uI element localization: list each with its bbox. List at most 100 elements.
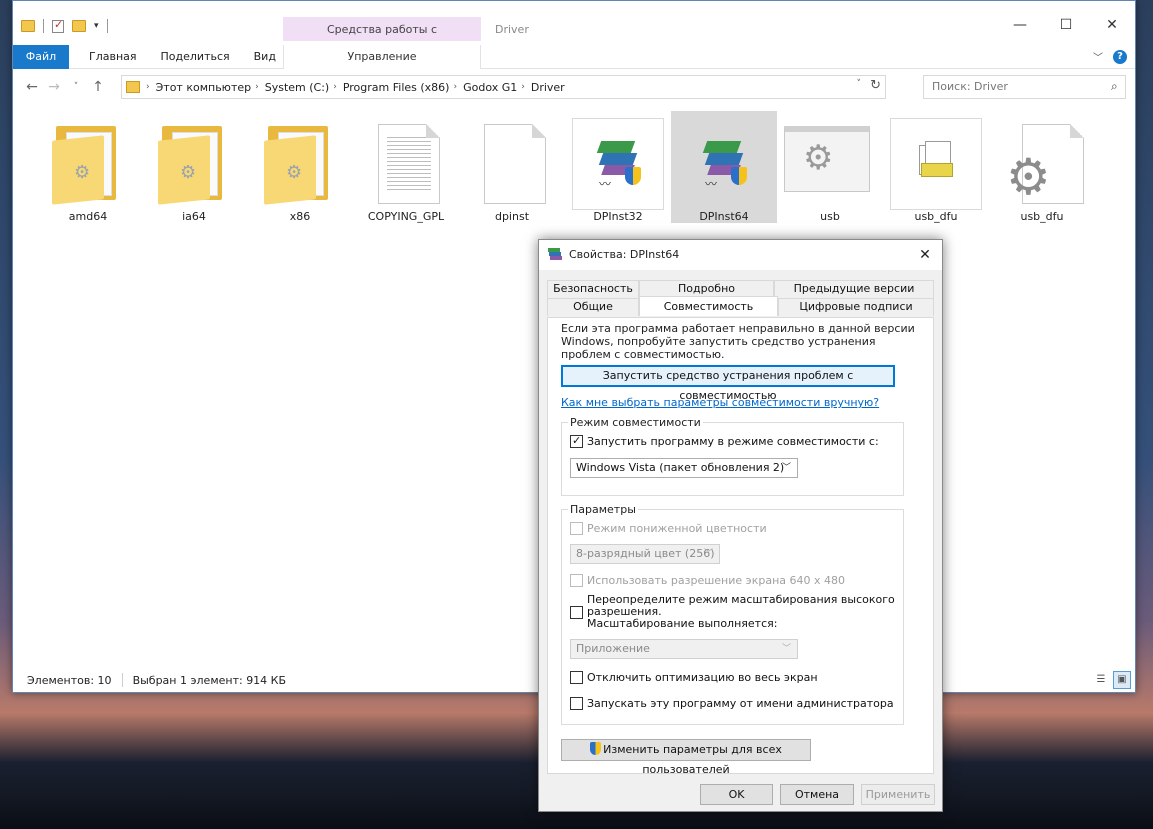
new-folder-icon[interactable] xyxy=(72,20,86,32)
checkbox-label: Режим пониженной цветности xyxy=(587,522,767,535)
file-item[interactable]: ⚙ amd64 xyxy=(35,111,141,223)
run-as-admin-checkbox[interactable] xyxy=(570,697,583,710)
file-item[interactable]: COPYING_GPL xyxy=(353,111,459,223)
address-history-chevron-icon[interactable]: ˅ xyxy=(857,79,862,89)
file-name: usb xyxy=(820,210,840,223)
file-item[interactable]: ⚙ x86 xyxy=(247,111,353,223)
file-item[interactable]: ⚙ usb_dfu xyxy=(989,111,1095,223)
text-document-icon xyxy=(358,118,454,208)
reduced-color-checkbox[interactable] xyxy=(570,522,583,535)
address-bar[interactable]: › Этот компьютер › System (C:) › Program… xyxy=(121,75,886,99)
chevron-right-icon[interactable]: › xyxy=(453,82,457,92)
close-button[interactable]: ✕ xyxy=(1089,11,1135,39)
minimize-button[interactable]: — xyxy=(997,11,1043,39)
file-item[interactable]: dpinst xyxy=(459,111,565,223)
tab-home[interactable]: Главная xyxy=(77,45,149,69)
folder-icon[interactable] xyxy=(21,20,35,32)
file-item[interactable]: usb_dfu xyxy=(883,111,989,223)
blank-document-icon xyxy=(464,118,560,208)
uac-shield-icon xyxy=(590,742,602,755)
tab-manage[interactable]: Управление xyxy=(283,45,481,69)
help-icon[interactable]: ? xyxy=(1113,49,1127,64)
search-icon[interactable]: ⌕ xyxy=(1111,79,1129,94)
properties-icon[interactable] xyxy=(52,18,64,33)
tab-compatibility[interactable]: Совместимость xyxy=(639,296,778,316)
chevron-right-icon[interactable]: › xyxy=(255,82,259,92)
large-icons-view-icon[interactable]: ▣ xyxy=(1113,671,1131,689)
change-settings-all-users-button[interactable]: Изменить параметры для всех пользователе… xyxy=(561,739,811,776)
chevron-down-icon: ﹀ xyxy=(781,644,791,654)
search-input[interactable]: Поиск: Driver xyxy=(923,75,1126,99)
chevron-right-icon[interactable]: › xyxy=(146,82,150,92)
refresh-icon[interactable]: ↻ xyxy=(870,78,881,93)
ok-button[interactable]: OK xyxy=(700,784,773,805)
file-name: usb_dfu xyxy=(1020,210,1064,223)
divider xyxy=(121,673,123,687)
file-name: x86 xyxy=(289,210,311,223)
checkbox-label: Отключить оптимизацию во весь экран xyxy=(587,671,818,684)
cancel-button[interactable]: Отмена xyxy=(780,784,854,805)
details-view-icon[interactable]: ☰ xyxy=(1092,671,1110,689)
breadcrumb-item[interactable]: System (C:) xyxy=(265,81,330,94)
disable-fullscreen-optimization-checkbox[interactable] xyxy=(570,671,583,684)
chevron-down-icon[interactable]: ﹀ xyxy=(1093,49,1103,64)
reduced-color-checkbox-row[interactable]: Режим пониженной цветности xyxy=(570,522,767,535)
installer-icon: 〰 xyxy=(570,118,666,210)
folder-icon: ⚙ xyxy=(252,118,348,208)
ribbon-tabs: Файл Главная Поделиться Вид Управление ﹀… xyxy=(13,44,1135,69)
maximize-button[interactable]: ☐ xyxy=(1043,11,1089,39)
settings-window-icon: ⚙ xyxy=(782,118,878,208)
divider xyxy=(43,19,44,33)
tab-previous-versions[interactable]: Предыдущие версии xyxy=(774,280,934,298)
os-version-select[interactable]: Windows Vista (пакет обновления 2) ﹀ xyxy=(570,458,798,478)
up-arrow-icon[interactable]: ↑ xyxy=(87,79,109,95)
breadcrumb-item[interactable]: Godox G1 xyxy=(463,81,517,94)
file-item[interactable]: ⚙ ia64 xyxy=(141,111,247,223)
file-item[interactable]: ⚙ usb xyxy=(777,111,883,223)
tab-security[interactable]: Безопасность xyxy=(547,280,639,298)
resolution-checkbox-row[interactable]: Использовать разрешение экрана 640 x 480 xyxy=(570,574,845,587)
file-grid: ⚙ amd64 ⚙ ia64 ⚙ x86 COPYING_GPL dpinst … xyxy=(35,111,1095,223)
installer-icon xyxy=(548,248,564,262)
run-as-admin-checkbox-row[interactable]: Запускать эту программу от имени админис… xyxy=(570,697,894,710)
quick-access-toolbar: ▾ xyxy=(21,18,108,33)
color-depth-select[interactable]: 8-разрядный цвет (256) ﹀ xyxy=(570,544,720,564)
checkbox-label: Запускать эту программу от имени админис… xyxy=(587,697,894,710)
dpi-override-checkbox-row[interactable]: Переопределите режим масштабирования выс… xyxy=(570,594,895,630)
run-troubleshooter-button[interactable]: Запустить средство устранения проблем с … xyxy=(561,365,895,402)
manual-settings-help-link[interactable]: Как мне выбрать параметры совместимости … xyxy=(561,396,879,409)
breadcrumb-item[interactable]: Program Files (x86) xyxy=(343,81,450,94)
tab-digital-signatures[interactable]: Цифровые подписи xyxy=(778,298,934,316)
resolution-640x480-checkbox[interactable] xyxy=(570,574,583,587)
compatibility-mode-checkbox-row[interactable]: Запустить программу в режиме совместимос… xyxy=(570,434,879,448)
dpi-override-label: Переопределите режим масштабирования выс… xyxy=(587,593,895,630)
apply-button[interactable]: Применить xyxy=(861,784,935,805)
compatibility-mode-checkbox[interactable] xyxy=(570,434,583,448)
customize-toolbar-chevron-icon[interactable]: ▾ xyxy=(94,21,99,31)
recent-locations-chevron-icon[interactable]: ˅ xyxy=(65,82,87,92)
file-name: amd64 xyxy=(68,210,108,223)
tab-share[interactable]: Поделиться xyxy=(149,45,242,69)
folder-icon: ⚙ xyxy=(40,118,136,208)
tab-file[interactable]: Файл xyxy=(13,44,69,69)
dialog-title-bar: Свойства: DPInst64 ✕ xyxy=(539,240,942,270)
selection-info: Выбран 1 элемент: 914 КБ xyxy=(132,673,287,687)
tab-view[interactable]: Вид xyxy=(242,45,288,69)
file-name: DPInst32 xyxy=(593,210,643,223)
file-item[interactable]: 〰 DPInst32 xyxy=(565,111,671,223)
chevron-right-icon[interactable]: › xyxy=(521,82,525,92)
scaling-performed-by-select[interactable]: Приложение ﹀ xyxy=(570,639,798,659)
breadcrumb-item[interactable]: Driver xyxy=(531,81,565,94)
dpi-override-checkbox[interactable] xyxy=(570,605,583,619)
tab-general[interactable]: Общие xyxy=(547,298,639,316)
breadcrumb-item[interactable]: Этот компьютер xyxy=(156,81,252,94)
close-icon[interactable]: ✕ xyxy=(908,240,942,270)
selected-color-depth: 8-разрядный цвет (256) xyxy=(576,547,715,560)
chevron-right-icon[interactable]: › xyxy=(333,82,337,92)
file-item-selected[interactable]: 〰 DPInst64 xyxy=(671,111,777,223)
forward-arrow-icon[interactable]: → xyxy=(43,79,65,95)
setup-information-icon xyxy=(888,118,984,210)
back-arrow-icon[interactable]: ← xyxy=(21,79,43,95)
selected-scaling-mode: Приложение xyxy=(576,642,650,655)
fullscreen-optimization-checkbox-row[interactable]: Отключить оптимизацию во весь экран xyxy=(570,671,818,684)
